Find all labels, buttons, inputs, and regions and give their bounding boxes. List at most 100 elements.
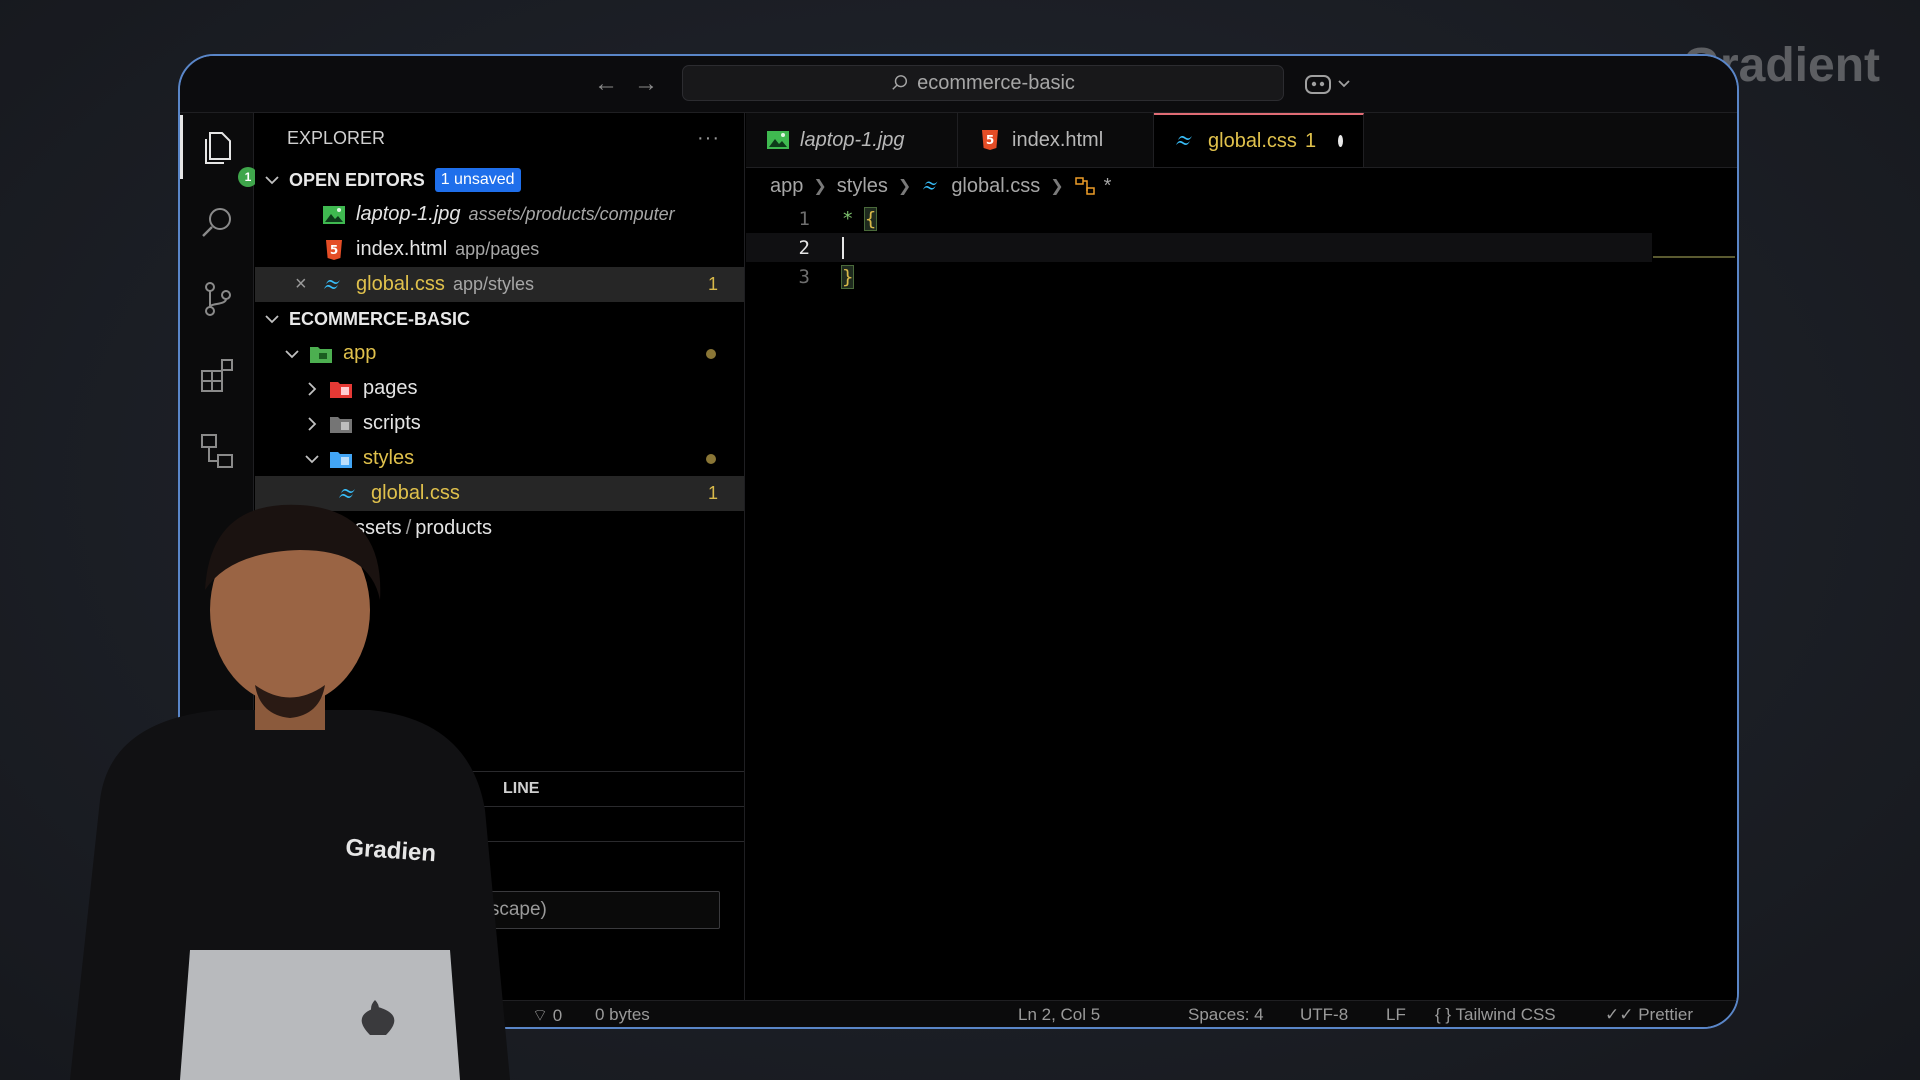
explorer-title: EXPLORER [287,127,386,148]
code-content: * { [842,206,878,231]
search-icon [892,75,908,90]
file-name: laptop-1.jpg [356,203,461,225]
image-file-icon [323,205,345,224]
back-arrow-icon[interactable]: ← [592,70,620,98]
breadcrumb-item[interactable]: global.css [951,175,1040,198]
chevron-down-icon [265,315,279,324]
tailwind-css-icon [923,181,938,190]
chevron-right-icon: ❯ [1050,178,1064,195]
brace-token: } [840,264,855,289]
open-editor-item-active[interactable]: × global.css app/styles 1 [255,267,744,302]
scripts-folder-icon [330,416,352,433]
open-editors-section[interactable]: OPEN EDITORS 1 unsaved [255,163,744,197]
tree-folder-scripts[interactable]: scripts [255,406,744,441]
project-label: ECOMMERCE-BASIC [289,308,471,329]
tree-folder-pages[interactable]: pages [255,371,744,406]
editor-tabs: laptop-1.jpg 5 index.html global.css 1 [746,113,1737,168]
chevron-down-icon [265,176,279,185]
ports-count: 0 [552,1006,563,1025]
chevron-down-icon [305,454,319,463]
svg-text:5: 5 [330,243,338,257]
folder-name: styles [363,447,415,469]
explorer-more-button[interactable]: ··· [697,127,720,150]
extensions-icon [201,359,233,392]
tab-label: laptop-1.jpg [800,128,905,151]
tab-index-html[interactable]: 5 index.html [958,113,1154,167]
code-line: 1 * { [746,204,1737,233]
breadcrumb-symbol[interactable]: * [1104,175,1112,198]
selector-token: * [842,207,854,230]
problem-count: 1 [707,274,718,294]
close-icon[interactable]: × [295,273,307,296]
brace-token: { [863,206,878,231]
position-status[interactable]: Ln 2, Col 5 [1018,1005,1100,1025]
file-name: global.css [356,273,445,295]
open-editor-item[interactable]: laptop-1.jpg assets/products/computer [255,197,744,232]
code-editor[interactable]: 1 * { 2 3 } [746,204,1737,291]
tree-folder-styles[interactable]: styles [255,441,744,476]
open-editors-label: OPEN EDITORS [289,169,425,190]
breadcrumb-item[interactable]: app [770,175,803,198]
encoding-status[interactable]: UTF-8 [1300,1005,1348,1025]
chevron-down-icon [285,349,299,358]
tab-laptop-jpg[interactable]: laptop-1.jpg [746,113,958,167]
styles-folder-icon [330,451,352,468]
code-content [842,236,844,259]
breadcrumb-item[interactable]: styles [837,175,888,198]
problem-count: 1 [707,483,718,503]
modified-dot [706,349,716,359]
chevron-right-icon: ❯ [813,178,827,195]
code-content: } [840,264,855,289]
folder-name: pages [363,377,418,399]
tab-label: global.css [1208,129,1297,152]
explorer-view-button[interactable]: 1 [198,127,258,187]
tree-folder-app[interactable]: app [255,336,744,371]
file-path: app/styles [452,274,534,294]
folder-name: scripts [363,412,421,434]
text-cursor [842,236,844,259]
search-view-button[interactable] [198,203,238,243]
title-bar: ← → ecommerce-basic [180,56,1737,113]
language-mode-status[interactable]: { } Tailwind CSS [1435,1005,1556,1025]
tab-problem-count: 1 [1304,129,1317,152]
chevron-right-icon [308,381,317,396]
search-icon [202,208,231,237]
indentation-status[interactable]: Spaces: 4 [1188,1005,1264,1025]
formatter-status[interactable]: ✓✓ Prettier [1605,1005,1693,1025]
code-line-current: 2 [746,233,1652,262]
source-control-view-button[interactable] [198,279,238,319]
tab-global-css[interactable]: global.css 1 [1154,113,1364,167]
html-file-icon: 5 [982,130,998,150]
app-folder-icon [310,346,332,363]
explorer-header: EXPLORER ··· [255,113,744,163]
eol-status[interactable]: LF [1386,1005,1406,1025]
forward-arrow-icon[interactable]: → [632,70,660,98]
source-control-icon [205,282,231,316]
formatter-name: Prettier [1638,1005,1694,1024]
line-number: 3 [798,265,810,288]
tailwind-css-icon [324,279,340,289]
symbol-class-icon [1074,177,1095,195]
project-section[interactable]: ECOMMERCE-BASIC [255,302,744,336]
editor-area: laptop-1.jpg 5 index.html global.css 1 a… [746,113,1737,1027]
file-name: index.html [356,238,448,260]
workspace-name: ecommerce-basic [917,71,1075,94]
line-number: 1 [798,207,810,230]
line-number: 2 [798,236,810,259]
file-size-status: 0 bytes [595,1005,650,1024]
remote-explorer-view-button[interactable] [198,431,238,471]
tab-label: index.html [1012,128,1104,151]
presenter-webcam-overlay: Gradien [70,504,510,1080]
file-path: app/pages [455,239,540,259]
unsaved-badge: 1 unsaved [434,168,521,192]
unsaved-dot-icon[interactable] [1338,135,1343,147]
image-file-icon [767,131,789,149]
chevron-right-icon: ❯ [897,178,912,195]
chevron-right-icon [308,416,317,431]
copilot-icon[interactable] [1303,70,1355,98]
extensions-view-button[interactable] [198,355,238,395]
command-center-search[interactable]: ecommerce-basic [682,65,1284,101]
files-icon [205,132,231,164]
minimap[interactable] [1653,256,1735,258]
open-editor-item[interactable]: 5 index.html app/pages [255,232,744,267]
